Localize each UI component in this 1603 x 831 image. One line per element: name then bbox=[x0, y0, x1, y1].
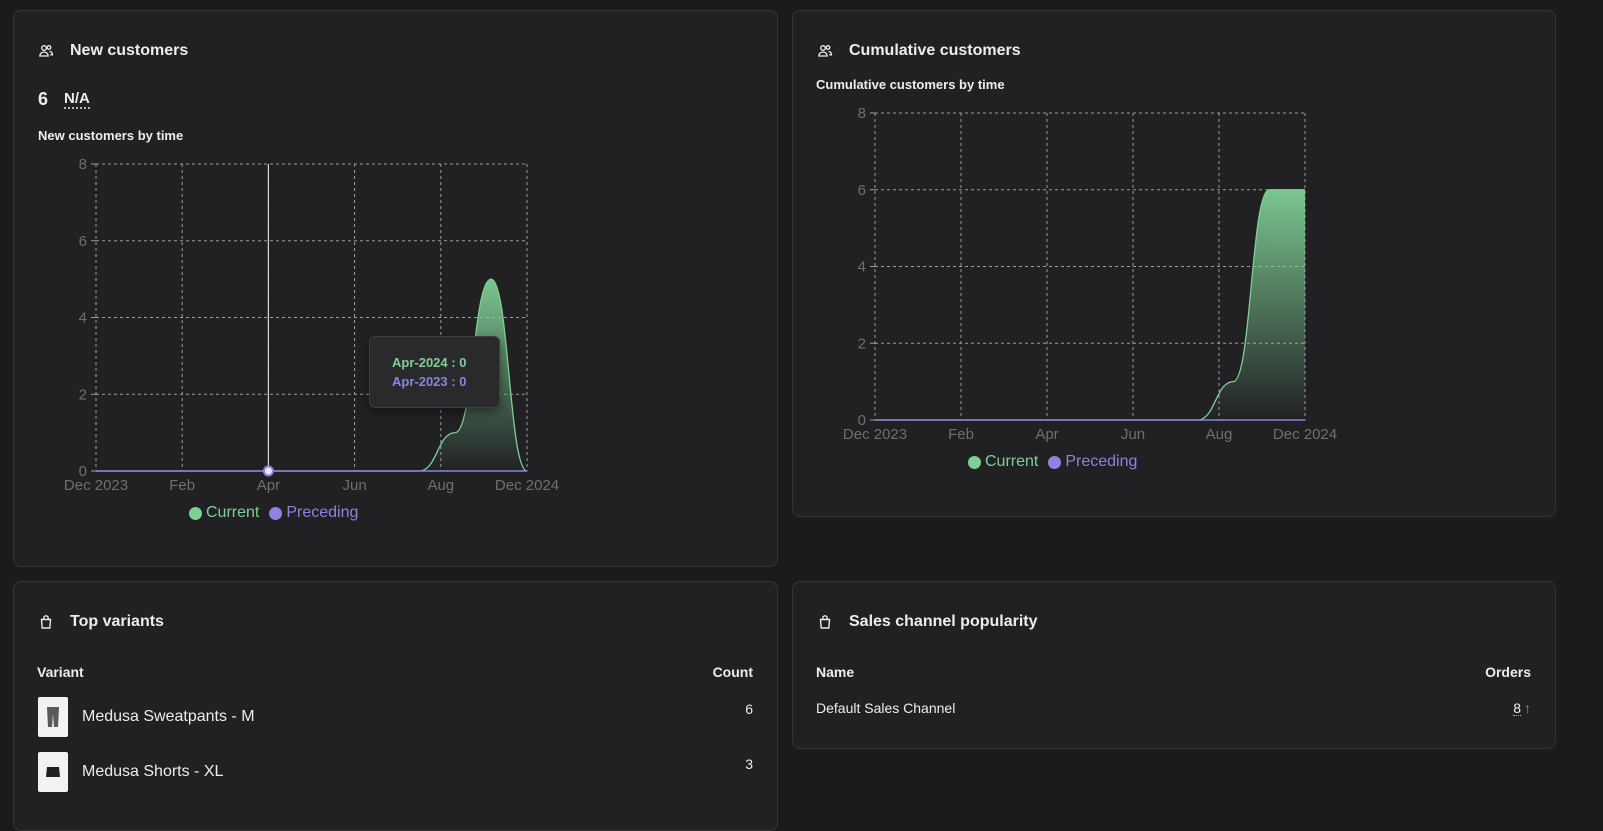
legend-current-label: Current bbox=[985, 453, 1038, 471]
x-tick-label: Feb bbox=[948, 426, 974, 443]
x-tick-label: Jun bbox=[1121, 426, 1145, 443]
x-tick-label: Apr bbox=[257, 477, 280, 494]
x-tick-label: Dec 2024 bbox=[495, 477, 559, 494]
legend-preceding[interactable]: Preceding bbox=[269, 504, 358, 522]
new-customers-chart[interactable]: 02468Dec 2023FebAprJunAugDec 2024 bbox=[14, 11, 779, 568]
column-header-count[interactable]: Count bbox=[713, 664, 753, 680]
column-header-name[interactable]: Name bbox=[816, 664, 854, 680]
chart-legend: Current Preceding bbox=[968, 453, 1137, 471]
channel-name: Default Sales Channel bbox=[816, 700, 955, 716]
chart-tooltip: Apr-2024 : 0 Apr-2023 : 0 bbox=[369, 336, 500, 408]
legend-current-dot bbox=[189, 507, 202, 520]
legend-current[interactable]: Current bbox=[189, 504, 259, 522]
x-tick-label: Aug bbox=[427, 477, 454, 494]
y-tick-label: 4 bbox=[79, 310, 87, 327]
y-tick-label: 8 bbox=[858, 105, 866, 122]
channel-orders: 8 ↑ bbox=[1513, 700, 1531, 716]
variant-count: 6 bbox=[745, 701, 753, 717]
new-customers-card: New customers 6 N/A New customers by tim… bbox=[13, 10, 778, 567]
variant-count: 3 bbox=[745, 756, 753, 772]
top-variants-header: Top variants bbox=[38, 602, 164, 642]
variant-name: Medusa Sweatpants - M bbox=[82, 708, 255, 726]
legend-preceding-dot bbox=[1048, 456, 1061, 469]
card-title: Top variants bbox=[70, 613, 164, 631]
legend-preceding-dot bbox=[269, 507, 282, 520]
orders-count[interactable]: 8 bbox=[1513, 701, 1521, 716]
y-tick-label: 2 bbox=[79, 386, 87, 403]
x-tick-label: Dec 2023 bbox=[64, 477, 128, 494]
x-tick-label: Dec 2023 bbox=[843, 426, 907, 443]
column-header-orders[interactable]: Orders bbox=[1485, 664, 1531, 680]
current-series-area bbox=[875, 190, 1305, 420]
sales-channel-header: Sales channel popularity bbox=[817, 602, 1038, 642]
shopping-bag-icon bbox=[817, 614, 833, 630]
y-tick-label: 8 bbox=[79, 156, 87, 173]
sweatpants-thumbnail bbox=[38, 697, 68, 737]
top-variants-card: Top variants Variant Count Medusa Sweatp… bbox=[13, 581, 778, 831]
legend-current-label: Current bbox=[206, 504, 259, 522]
y-tick-label: 6 bbox=[79, 233, 87, 250]
legend-preceding-label: Preceding bbox=[286, 504, 358, 522]
tooltip-current: Apr-2024 : 0 bbox=[392, 353, 477, 372]
variant-name: Medusa Shorts - XL bbox=[82, 763, 223, 781]
shopping-bag-icon bbox=[38, 614, 54, 630]
y-tick-label: 4 bbox=[858, 259, 866, 276]
tooltip-preceding: Apr-2023 : 0 bbox=[392, 372, 477, 391]
trend-up-icon: ↑ bbox=[1524, 700, 1531, 716]
x-tick-label: Dec 2024 bbox=[1273, 426, 1337, 443]
card-title: Sales channel popularity bbox=[849, 613, 1038, 631]
x-tick-label: Jun bbox=[343, 477, 367, 494]
chart-legend: Current Preceding bbox=[189, 504, 358, 522]
y-tick-label: 6 bbox=[858, 182, 866, 199]
x-tick-label: Aug bbox=[1206, 426, 1233, 443]
column-header-variant[interactable]: Variant bbox=[37, 664, 84, 680]
y-tick-label: 2 bbox=[858, 335, 866, 352]
sweatpants-image bbox=[38, 697, 68, 737]
shorts-thumbnail bbox=[38, 752, 68, 792]
hover-point bbox=[264, 467, 273, 476]
shorts-image bbox=[38, 752, 68, 792]
x-tick-label: Feb bbox=[169, 477, 195, 494]
cumulative-customers-chart[interactable]: 02468Dec 2023FebAprJunAugDec 2024 bbox=[793, 11, 1557, 518]
legend-current-dot bbox=[968, 456, 981, 469]
sales-channel-card: Sales channel popularity Name Orders Def… bbox=[792, 581, 1556, 749]
x-tick-label: Apr bbox=[1035, 426, 1058, 443]
legend-preceding-label: Preceding bbox=[1065, 453, 1137, 471]
legend-preceding[interactable]: Preceding bbox=[1048, 453, 1137, 471]
cumulative-customers-card: Cumulative customers Cumulative customer… bbox=[792, 10, 1556, 517]
legend-current[interactable]: Current bbox=[968, 453, 1038, 471]
